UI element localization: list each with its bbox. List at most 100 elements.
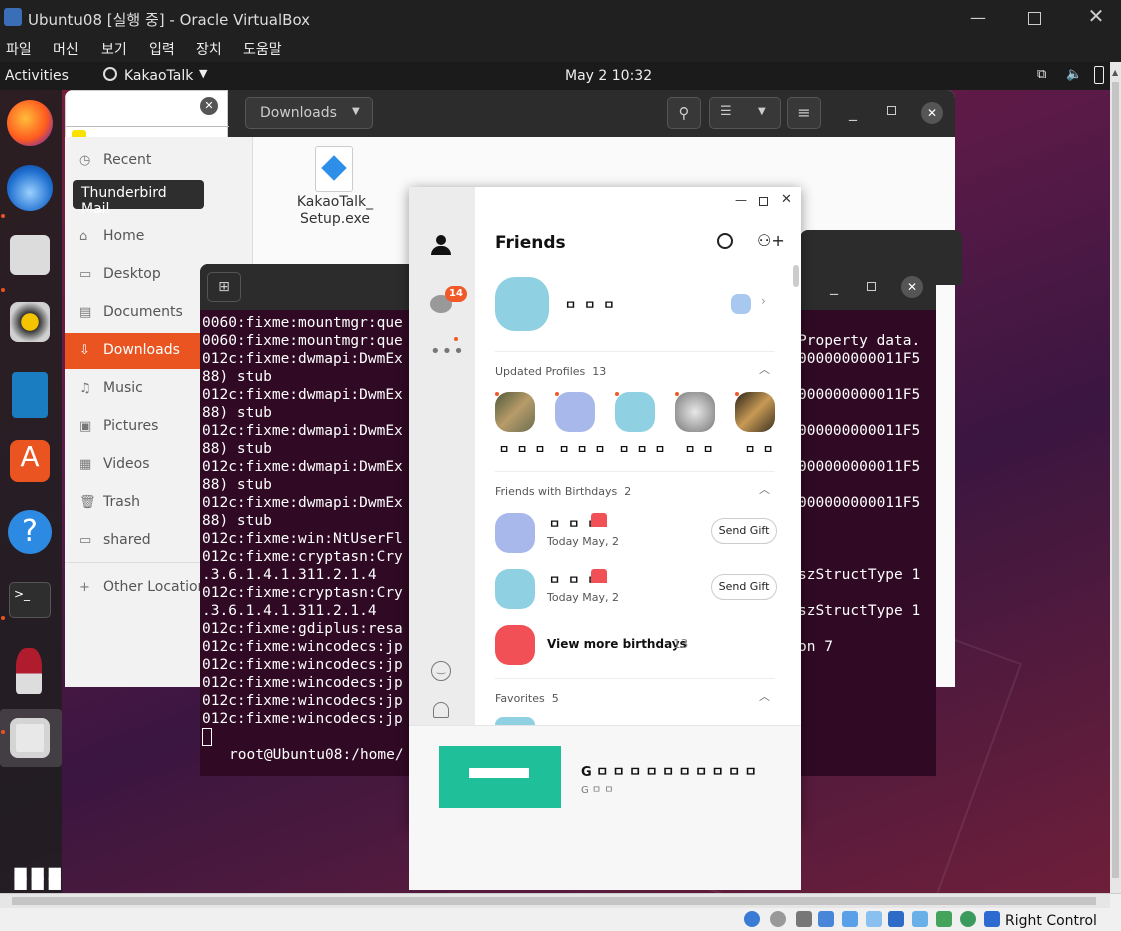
plus-icon: +: [79, 580, 90, 595]
ad-subtitle: G ㅁ ㅁ: [581, 785, 614, 796]
scroll-thumb[interactable]: [1112, 82, 1119, 878]
view-more-birthdays[interactable]: View more birthdays 13: [495, 625, 785, 665]
search-icon: ⚲: [678, 104, 690, 122]
battery-icon[interactable]: [1094, 66, 1104, 84]
clock[interactable]: May 2 10:32: [565, 68, 652, 84]
maximize-icon[interactable]: [867, 282, 876, 291]
volume-icon[interactable]: 🔈: [1066, 67, 1082, 82]
audio-status-icon[interactable]: [796, 911, 812, 927]
birthday-row[interactable]: ㅁ ㅁ ㅁ Today May, 2 Send Gift: [495, 567, 785, 611]
download-icon: ⇩: [79, 343, 90, 358]
updated-avatar[interactable]: [555, 392, 595, 432]
minimize-icon[interactable]: _: [830, 276, 838, 295]
thunderbird-icon[interactable]: [7, 165, 53, 211]
menu-devices[interactable]: 장치: [196, 39, 222, 59]
shared-folders-icon[interactable]: [866, 911, 882, 927]
window-title: Ubuntu08 [실행 중] - Oracle VirtualBox: [28, 11, 311, 29]
scroll-thumb[interactable]: [12, 897, 1096, 905]
path-bar[interactable]: Downloads ▼: [245, 97, 373, 129]
view-more-label: View more birthdays: [547, 637, 687, 651]
show-apps-icon[interactable]: ■■■ ■■■: [13, 865, 62, 891]
list-view-icon[interactable]: ☰: [720, 104, 732, 119]
chevron-up-icon[interactable]: ︿: [759, 361, 770, 377]
terminal-line: .3.6.1.4.1.311.2.1.4: [202, 567, 377, 583]
vt-x-status-icon[interactable]: [936, 911, 952, 927]
wine-icon[interactable]: [16, 648, 42, 694]
terminal-line-fragment: [798, 368, 920, 386]
video-icon: ▦: [79, 457, 92, 472]
bell-icon[interactable]: [433, 702, 449, 718]
hamburger-menu-button[interactable]: ≡: [787, 97, 821, 129]
network-icon[interactable]: ⧉: [1037, 67, 1046, 82]
send-gift-button[interactable]: Send Gift: [711, 518, 777, 544]
terminal-line: 012c:fixme:gdiplus:resa: [202, 621, 403, 637]
usb-status-icon[interactable]: [842, 911, 858, 927]
minimize-icon[interactable]: —: [735, 193, 747, 207]
scrollbar[interactable]: [793, 265, 799, 287]
app-menu[interactable]: KakaoTalk: [124, 68, 193, 84]
keyboard-capture-icon[interactable]: [984, 911, 1000, 927]
files-icon[interactable]: [10, 235, 50, 275]
firefox-icon[interactable]: [7, 100, 53, 146]
file-item[interactable]: KakaoTalk_ Setup.exe: [293, 146, 377, 246]
kakaotalk-app-icon: [103, 67, 117, 81]
vbox-horizontal-scrollbar[interactable]: [0, 894, 1110, 908]
menu-input[interactable]: 입력: [149, 39, 175, 59]
updated-avatar[interactable]: [615, 392, 655, 432]
birthday-row[interactable]: ㅁ ㅁ ㅁ Today May, 2 Send Gift: [495, 511, 785, 555]
send-gift-button[interactable]: Send Gift: [711, 574, 777, 600]
recording-status-icon[interactable]: [912, 911, 928, 927]
sidebar-item-home[interactable]: ⌂ Home: [65, 219, 253, 255]
maximize-icon[interactable]: [759, 197, 768, 206]
network-status-icon[interactable]: [818, 911, 834, 927]
settings-icon[interactable]: [10, 718, 50, 758]
menu-machine[interactable]: 머신: [53, 39, 79, 59]
minimize-icon[interactable]: —: [968, 8, 988, 28]
ad-banner-area[interactable]: G ㅁ ㅁ ㅁ ㅁ ㅁ ㅁ ㅁ ㅁ ㅁ ㅁ G ㅁ ㅁ: [409, 725, 801, 828]
maximize-icon[interactable]: [887, 106, 896, 115]
chevron-up-icon[interactable]: ︿: [759, 481, 770, 497]
terminal-line: 012c:fixme:dwmapi:DwmEx: [202, 351, 403, 367]
chevron-up-icon[interactable]: ︿: [759, 688, 770, 704]
rhythmbox-icon[interactable]: [10, 302, 50, 342]
host-key-label: Right Control: [1005, 913, 1097, 929]
app-center-icon[interactable]: A: [10, 440, 50, 482]
favorite-avatar[interactable]: [495, 717, 535, 725]
emoticon-icon[interactable]: ‿: [431, 661, 451, 681]
terminal-icon[interactable]: >_: [9, 582, 51, 618]
menu-file[interactable]: 파일: [6, 39, 32, 59]
my-profile[interactable]: ㅁ ㅁ ㅁ ›: [495, 277, 775, 333]
multi-profile-icon[interactable]: [731, 294, 751, 314]
close-icon[interactable]: ✕: [781, 192, 792, 207]
display-status-icon[interactable]: [888, 911, 904, 927]
updated-avatar[interactable]: [735, 392, 775, 432]
terminal-output[interactable]: 0060:fixme:mountmgr:que 0060:fixme:mountm…: [202, 314, 403, 728]
add-friend-icon[interactable]: ⚇+: [757, 231, 785, 250]
activities-button[interactable]: Activities: [5, 68, 69, 84]
help-icon[interactable]: ?: [8, 510, 52, 554]
search-button[interactable]: ⚲: [667, 97, 701, 129]
close-icon[interactable]: ✕: [200, 97, 218, 115]
search-icon[interactable]: [717, 233, 733, 249]
friends-tab-icon[interactable]: [431, 235, 451, 255]
new-tab-icon[interactable]: ⊞: [207, 272, 241, 302]
more-tab-icon[interactable]: •••: [430, 343, 465, 361]
vbox-vertical-scrollbar[interactable]: ▲: [1110, 62, 1121, 893]
hdd-status-icon[interactable]: [744, 911, 760, 927]
scroll-up-icon[interactable]: ▲: [1112, 68, 1118, 77]
menu-help[interactable]: 도움말: [243, 39, 282, 59]
menu-view[interactable]: 보기: [101, 39, 127, 59]
updated-avatar[interactable]: [675, 392, 715, 432]
close-icon[interactable]: ✕: [901, 276, 923, 298]
close-icon[interactable]: ✕: [1086, 4, 1106, 28]
writer-icon[interactable]: [12, 372, 48, 418]
mouse-integration-icon[interactable]: [960, 911, 976, 927]
close-icon[interactable]: ✕: [921, 102, 943, 124]
maximize-icon[interactable]: [1028, 12, 1041, 25]
minimize-icon[interactable]: _: [849, 102, 857, 121]
sidebar-item-recent[interactable]: ◷ Recent: [65, 143, 253, 179]
updated-avatar[interactable]: [495, 392, 535, 432]
view-toggle[interactable]: ☰ ▼: [709, 97, 781, 129]
optical-status-icon[interactable]: [770, 911, 786, 927]
chevron-down-icon[interactable]: ▼: [758, 106, 766, 117]
